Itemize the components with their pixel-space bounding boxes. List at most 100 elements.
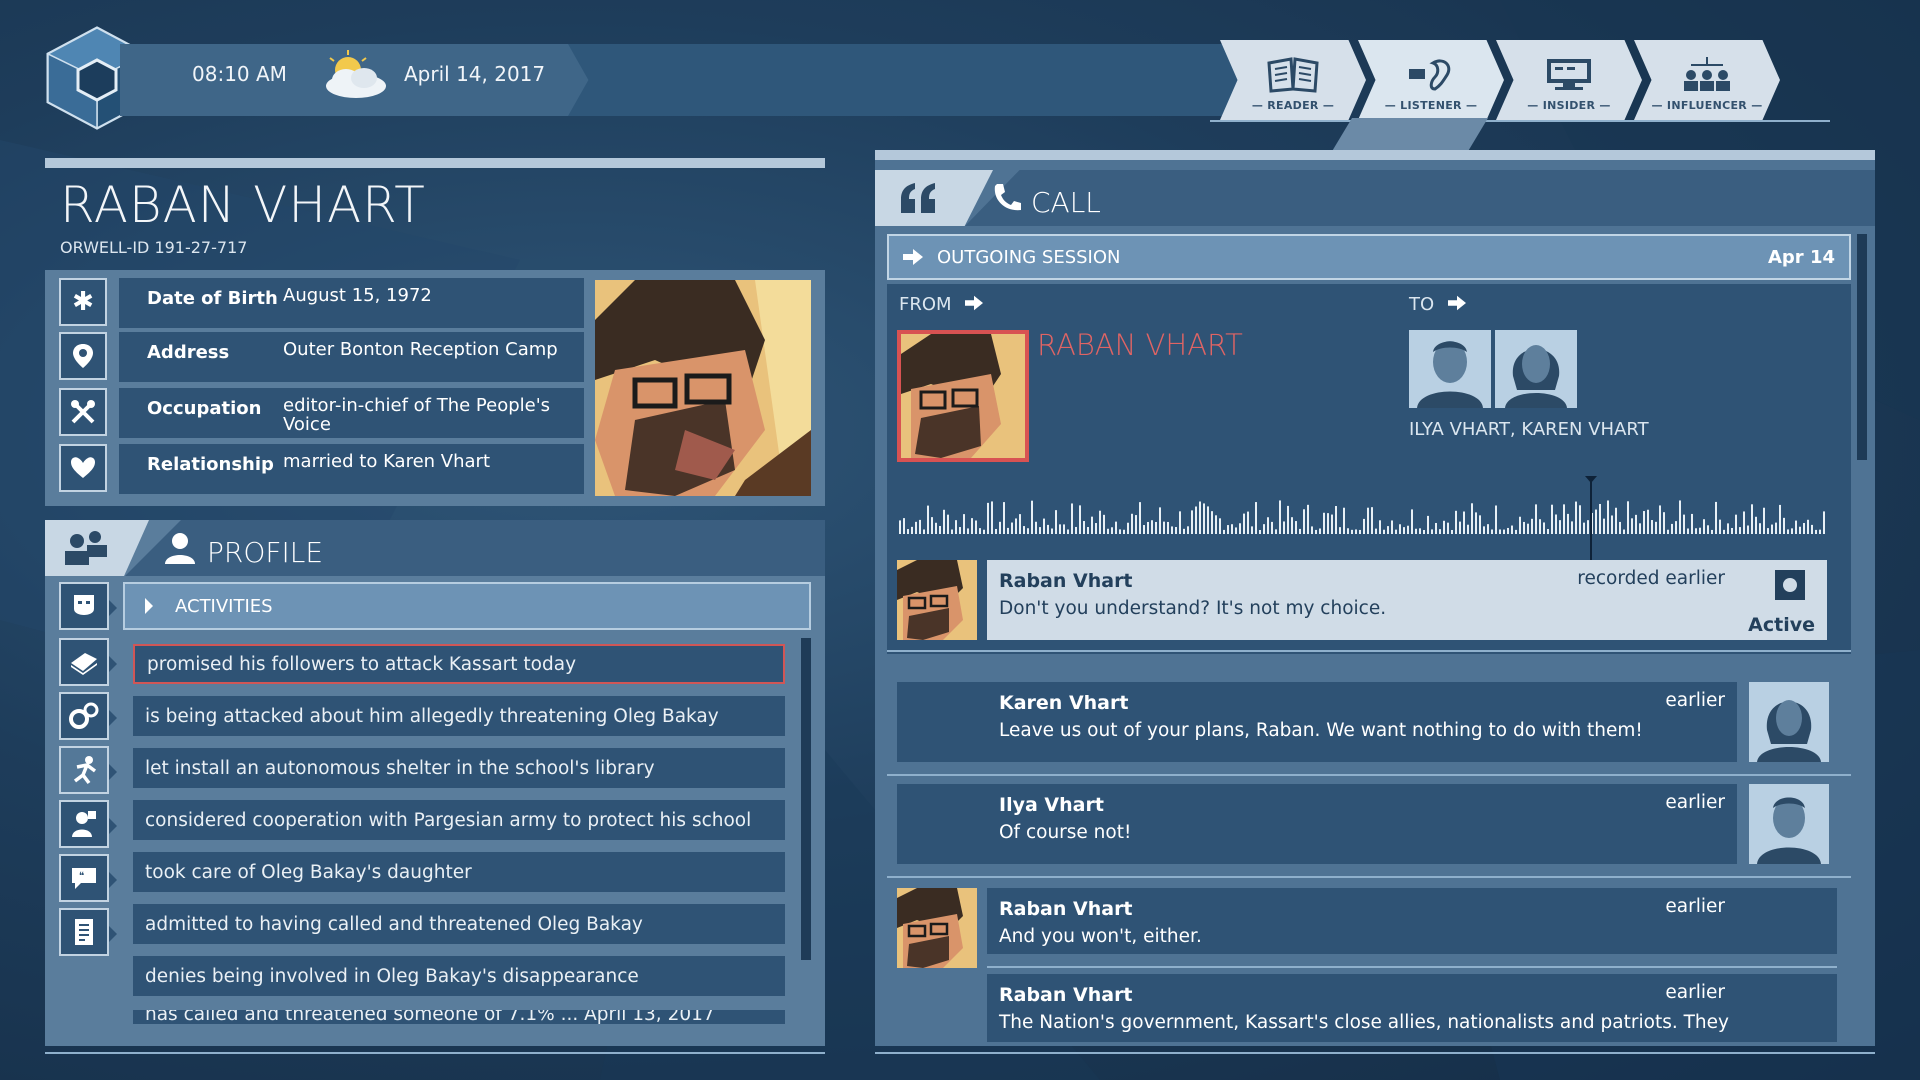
- waveform-bar: [1631, 518, 1633, 534]
- activity-item[interactable]: took care of Oleg Bakay's daughter: [133, 852, 785, 892]
- waveform-bar: [1811, 524, 1813, 534]
- side-tab-messages[interactable]: ❝: [59, 854, 117, 902]
- tab-insider[interactable]: — INSIDER —: [1496, 40, 1642, 120]
- activity-item[interactable]: let install an autonomous shelter in the…: [133, 748, 785, 788]
- waveform-bar: [1503, 529, 1505, 534]
- waveform-bar: [1723, 529, 1725, 534]
- call-header-bar: [965, 170, 1875, 226]
- waveform-bar: [1115, 521, 1117, 534]
- waveform-bar: [1411, 509, 1413, 534]
- info-row-address[interactable]: Address Outer Bonton Reception Camp: [119, 332, 584, 382]
- side-tab-documents[interactable]: [59, 908, 117, 956]
- svg-text:❝: ❝: [79, 871, 84, 882]
- info-key: Occupation: [147, 398, 262, 419]
- message-bubble: Raban Vhart The Nation's government, Kas…: [987, 974, 1837, 1042]
- waveform-bar: [1095, 523, 1097, 534]
- asterisk-icon: ✱: [59, 278, 107, 326]
- status-strip-extension: [568, 44, 1248, 116]
- activity-item[interactable]: is being attacked about him allegedly th…: [133, 696, 785, 736]
- playhead-marker-icon[interactable]: [1585, 476, 1597, 483]
- waveform-bar: [1159, 507, 1161, 534]
- waveform-bar: [999, 521, 1001, 534]
- profile-header-iconbox[interactable]: [45, 520, 149, 576]
- activities-section-header[interactable]: ACTIVITIES: [123, 582, 811, 630]
- waveform-bar: [1679, 500, 1681, 534]
- waveform-bar: [1019, 514, 1021, 534]
- call-scrollbar[interactable]: [1857, 234, 1867, 460]
- waveform-bar: [1535, 504, 1537, 534]
- waveform-bar: [1451, 529, 1453, 534]
- recipient-avatar-karen[interactable]: [1495, 330, 1577, 408]
- message-row[interactable]: Raban Vhart And you won't, either. earli…: [897, 888, 1837, 968]
- waveform-bar: [1283, 521, 1285, 534]
- waveform-bar: [1059, 524, 1061, 534]
- message-sender: Karen Vhart: [999, 692, 1129, 714]
- waveform-bar: [1775, 522, 1777, 534]
- top-bar: 08:10 AM April 14, 2017 — READER — — LIS…: [0, 0, 1920, 160]
- waveform-bar: [1407, 525, 1409, 534]
- waveform-bar: [1471, 503, 1473, 534]
- session-bar[interactable]: OUTGOING SESSION Apr 14: [887, 234, 1851, 280]
- waveform-bar: [1223, 529, 1225, 534]
- side-tab-books[interactable]: [59, 638, 117, 686]
- waveform-bar: [1435, 522, 1437, 534]
- message-row[interactable]: Raban Vhart The Nation's government, Kas…: [897, 974, 1837, 1054]
- recipient-avatar-ilya[interactable]: [1409, 330, 1491, 408]
- message-time: earlier: [1665, 690, 1725, 711]
- waveform-bar: [1819, 529, 1821, 534]
- message-row[interactable]: Ilya Vhart Of course not! earlier: [897, 784, 1837, 864]
- tab-influencer[interactable]: — INFLUENCER —: [1634, 40, 1780, 120]
- waveform-bar: [1575, 501, 1577, 534]
- message-avatar-raban: [897, 560, 977, 640]
- waveform-bar: [1419, 528, 1421, 534]
- activity-item[interactable]: considered cooperation with Pargesian ar…: [133, 800, 785, 840]
- waveform-bar: [923, 529, 925, 534]
- waveform-bar: [1711, 529, 1713, 534]
- waveform-bar: [1119, 529, 1121, 534]
- message-time: recorded earlier: [1577, 568, 1725, 589]
- person-icon: [165, 533, 195, 564]
- waveform-bar: [1587, 520, 1589, 534]
- activities-scrollbar[interactable]: [801, 638, 811, 960]
- side-tab-activities[interactable]: [59, 746, 117, 794]
- info-row-occupation[interactable]: Occupation editor-in-chief of The People…: [119, 388, 584, 438]
- waveform-bar: [1739, 527, 1741, 534]
- activity-item[interactable]: has called and threatened someone of 7.1…: [133, 1010, 785, 1024]
- side-tab-contacts[interactable]: [59, 800, 117, 848]
- waveform-bar: [1655, 521, 1657, 534]
- tab-reader[interactable]: — READER —: [1220, 40, 1366, 120]
- expand-triangle-icon: [145, 598, 153, 614]
- activity-item[interactable]: denies being involved in Oleg Bakay's di…: [133, 956, 785, 996]
- caller-portrait[interactable]: [897, 330, 1029, 462]
- waveform-bar: [1807, 519, 1809, 534]
- open-book-icon: [1267, 57, 1319, 93]
- waveform-bar: [1771, 524, 1773, 534]
- side-tab-face[interactable]: [59, 582, 117, 630]
- waveform-bar: [1227, 525, 1229, 534]
- message-row[interactable]: Karen Vhart Leave us out of your plans, …: [897, 682, 1837, 762]
- activity-text: promised his followers to attack Kassart…: [147, 653, 577, 675]
- waveform-bar: [1315, 529, 1317, 534]
- waveform-bar: [1755, 516, 1757, 534]
- waveform-bar: [1231, 524, 1233, 534]
- waveform-bar: [1519, 516, 1521, 534]
- waveform-bar: [1003, 502, 1005, 534]
- waveform-bar: [1719, 519, 1721, 534]
- info-row-dob[interactable]: Date of Birth August 15, 1972: [119, 278, 584, 328]
- message-separator: [887, 876, 1851, 878]
- info-row-relationship[interactable]: Relationship married to Karen Vhart: [119, 444, 584, 494]
- waveform-bar: [1531, 518, 1533, 534]
- side-tab-settings[interactable]: [59, 692, 117, 740]
- message-row[interactable]: Raban Vhart Don't you understand? It's n…: [897, 560, 1837, 640]
- waveform-bar: [1215, 515, 1217, 534]
- activity-item[interactable]: admitted to having called and threatened…: [133, 904, 785, 944]
- waveform-bar: [1639, 523, 1641, 534]
- audio-waveform[interactable]: [897, 474, 1831, 564]
- waveform-bar: [1763, 507, 1765, 534]
- waveform-bar: [1031, 500, 1033, 534]
- heart-hand-icon: [59, 444, 107, 492]
- waveform-bar: [1823, 511, 1825, 534]
- arrow-right-icon: [903, 249, 923, 265]
- activity-item[interactable]: promised his followers to attack Kassart…: [133, 644, 785, 684]
- tab-listener[interactable]: — LISTENER —: [1358, 40, 1504, 120]
